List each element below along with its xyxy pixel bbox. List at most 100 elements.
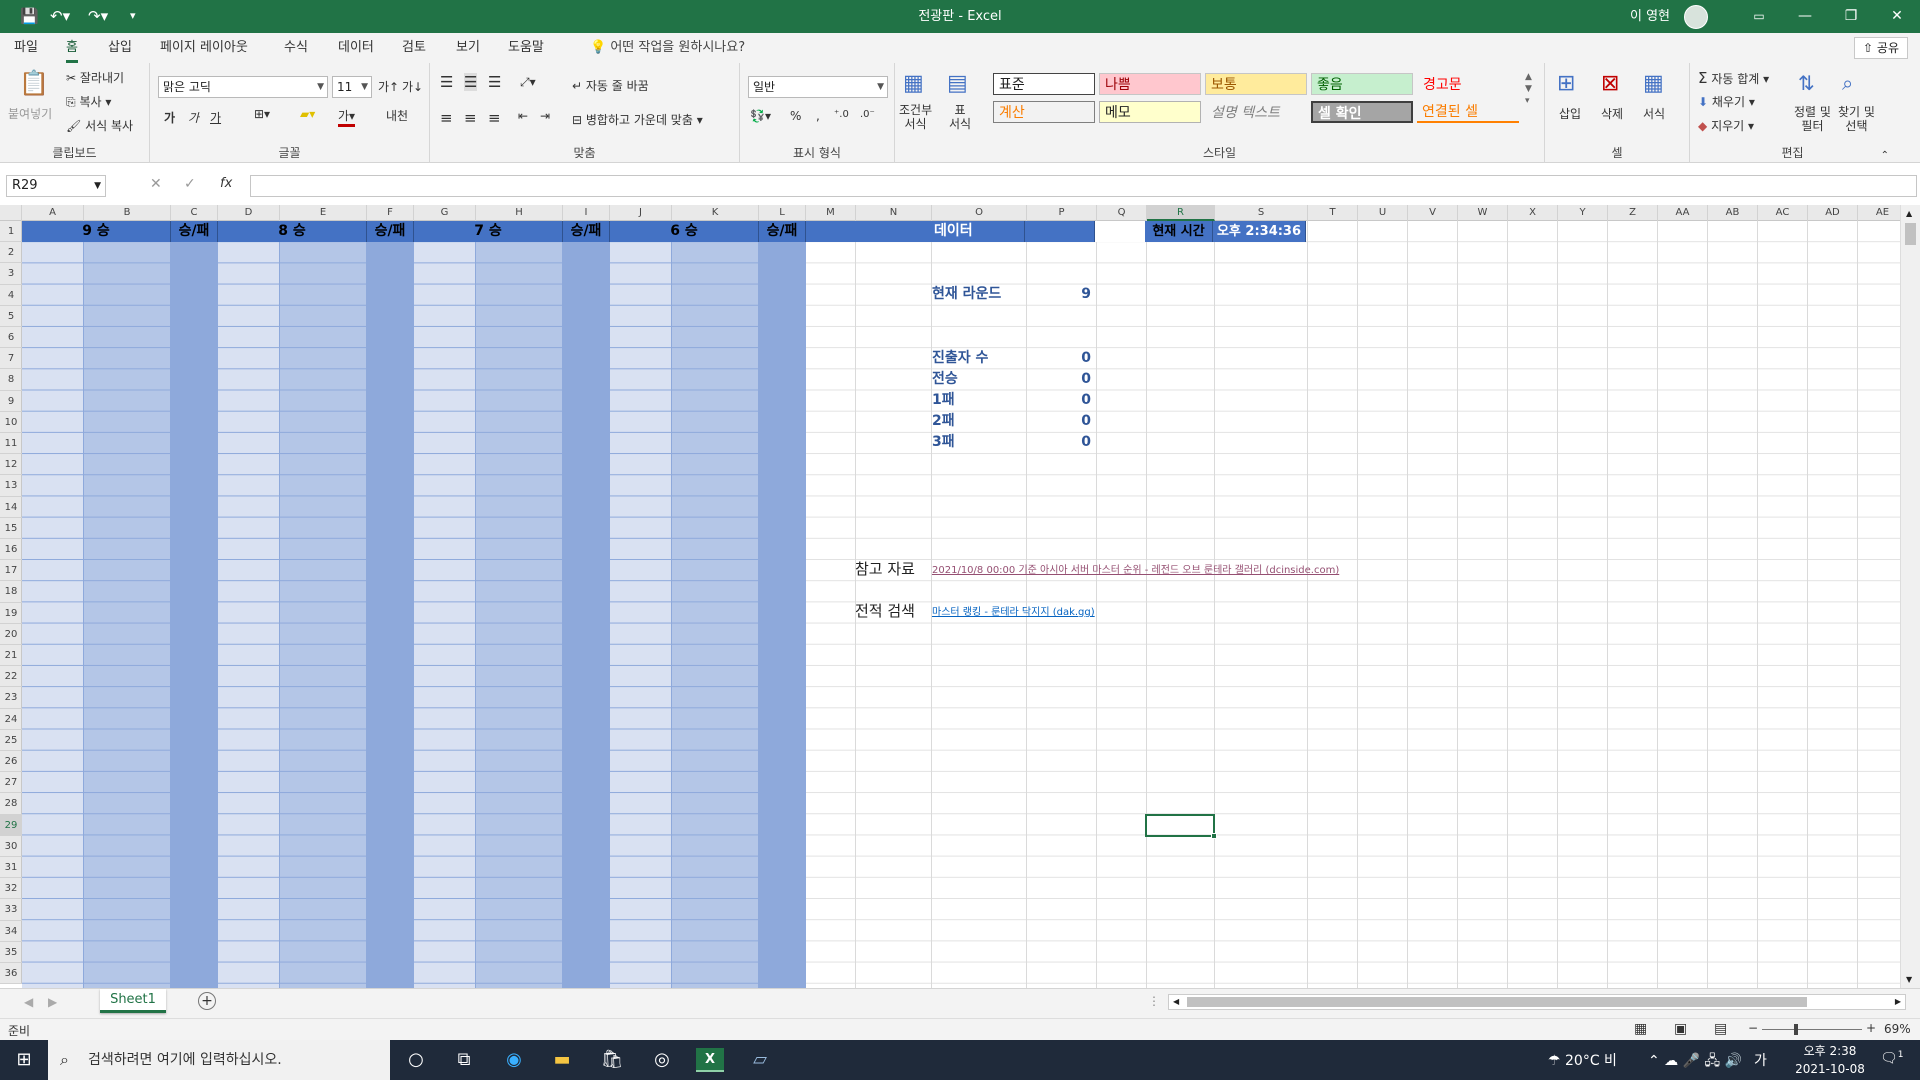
bold-button[interactable]: 가: [164, 109, 175, 126]
find-select-button[interactable]: 찾기 및 선택: [1838, 105, 1875, 133]
horizontal-scrollbar[interactable]: ◀ ▶: [1168, 994, 1906, 1010]
page-break-view-icon[interactable]: ▤: [1714, 1021, 1727, 1037]
font-size-select[interactable]: 11 ▼: [332, 76, 372, 98]
column-header-g[interactable]: G: [414, 205, 476, 221]
ribbon-display-icon[interactable]: ▭: [1736, 0, 1782, 33]
unbeaten-label[interactable]: 전승: [932, 369, 958, 390]
column-header-p[interactable]: P: [1027, 205, 1097, 221]
row-header-25[interactable]: 25: [0, 730, 22, 751]
insert-cells-button[interactable]: 삽입: [1559, 105, 1581, 122]
file-explorer-icon[interactable]: ▬: [548, 1048, 576, 1072]
name-box[interactable]: R29 ▼: [6, 175, 106, 197]
style-warning[interactable]: 경고문: [1417, 73, 1519, 95]
header-win-loss-4[interactable]: 승/패: [759, 221, 806, 242]
style-note[interactable]: 메모: [1099, 101, 1201, 123]
format-cells-button[interactable]: 서식: [1643, 105, 1665, 122]
user-name[interactable]: 이 영현: [1630, 0, 1670, 33]
score-column-2-3[interactable]: [367, 221, 414, 988]
column-header-n[interactable]: N: [856, 205, 932, 221]
row-header-13[interactable]: 13: [0, 475, 22, 497]
number-format-select[interactable]: 일반 ▼: [748, 76, 888, 98]
tab-data[interactable]: 데이터: [338, 33, 374, 63]
header-9-wins[interactable]: 9 승: [22, 221, 171, 242]
header-win-loss-2[interactable]: 승/패: [367, 221, 414, 242]
fill-color-icon[interactable]: ▰▾: [300, 107, 315, 121]
header-time-label[interactable]: 현재 시간: [1145, 221, 1213, 242]
column-header-f[interactable]: F: [367, 205, 414, 221]
column-header-ac[interactable]: AC: [1758, 205, 1808, 221]
row-header-22[interactable]: 22: [0, 666, 22, 688]
font-shrink-icon[interactable]: 가↓: [402, 78, 423, 95]
zoom-out-icon[interactable]: −: [1748, 1021, 1758, 1035]
add-sheet-icon[interactable]: +: [198, 992, 216, 1010]
row-header-4[interactable]: 4: [0, 285, 22, 306]
save-icon[interactable]: 💾: [20, 6, 39, 26]
score-column-1-1[interactable]: [22, 221, 84, 988]
font-grow-icon[interactable]: 가↑: [378, 78, 399, 95]
tab-split-icon[interactable]: ⋮: [1148, 994, 1160, 1008]
score-column-4-1[interactable]: [610, 221, 672, 988]
header-7-wins[interactable]: 7 승: [414, 221, 563, 242]
score-column-3-3[interactable]: [563, 221, 610, 988]
row-header-7[interactable]: 7: [0, 348, 22, 370]
notification-icon[interactable]: 🗨1: [1880, 1050, 1904, 1067]
task-view-icon[interactable]: ⧉: [450, 1048, 478, 1072]
row-header-19[interactable]: 19: [0, 603, 22, 624]
tab-view[interactable]: 보기: [456, 33, 480, 63]
column-header-s[interactable]: S: [1215, 205, 1308, 221]
column-header-m[interactable]: M: [806, 205, 856, 221]
row-header-18[interactable]: 18: [0, 581, 22, 603]
row-header-6[interactable]: 6: [0, 327, 22, 349]
tab-review[interactable]: 검토: [402, 33, 426, 63]
clear-button[interactable]: ◆ 지우기 ▾: [1698, 117, 1754, 134]
hscroll-thumb[interactable]: [1187, 997, 1807, 1007]
row-header-12[interactable]: 12: [0, 454, 22, 476]
tab-file[interactable]: 파일: [14, 33, 38, 63]
header-win-loss-1[interactable]: 승/패: [171, 221, 218, 242]
zoom-slider[interactable]: [1762, 1029, 1862, 1030]
share-button[interactable]: ⇧ 공유: [1854, 37, 1908, 59]
align-right-icon[interactable]: ≡: [488, 109, 501, 127]
score-column-4-3[interactable]: [759, 221, 806, 988]
next-sheet-icon[interactable]: ▶: [48, 995, 57, 1009]
row-header-10[interactable]: 10: [0, 412, 22, 433]
scroll-down-icon[interactable]: ▼: [1906, 975, 1912, 984]
tab-help[interactable]: 도움말: [508, 33, 544, 63]
row-header-32[interactable]: 32: [0, 878, 22, 900]
windows-start-icon[interactable]: ⊞: [10, 1048, 38, 1072]
copy-button[interactable]: ⎘ 복사 ▾: [66, 93, 111, 110]
fill-handle[interactable]: [1211, 833, 1217, 839]
decrease-indent-icon[interactable]: ⇤: [518, 109, 528, 123]
header-8-wins[interactable]: 8 승: [218, 221, 367, 242]
border-icon[interactable]: ⊞▾: [254, 107, 270, 121]
underline-button[interactable]: 가: [210, 109, 221, 126]
row-header-2[interactable]: 2: [0, 242, 22, 264]
column-header-y[interactable]: Y: [1558, 205, 1608, 221]
italic-button[interactable]: 가: [188, 109, 199, 126]
advance-value[interactable]: 0: [1025, 348, 1091, 369]
minimize-button[interactable]: —: [1782, 0, 1828, 33]
column-header-k[interactable]: K: [672, 205, 759, 221]
scroll-right-icon[interactable]: ▶: [1895, 997, 1901, 1006]
column-header-a[interactable]: A: [22, 205, 84, 221]
advance-label[interactable]: 진출자 수: [932, 348, 988, 369]
column-header-w[interactable]: W: [1458, 205, 1508, 221]
column-header-ad[interactable]: AD: [1808, 205, 1858, 221]
enter-icon[interactable]: ✓: [184, 176, 196, 192]
row-header-27[interactable]: 27: [0, 772, 22, 794]
round-value[interactable]: 9: [1025, 284, 1091, 305]
notepad-icon[interactable]: ▱: [746, 1048, 774, 1072]
column-header-z[interactable]: Z: [1608, 205, 1658, 221]
row-header-11[interactable]: 11: [0, 433, 22, 455]
row-header-20[interactable]: 20: [0, 624, 22, 645]
close-button[interactable]: ✕: [1874, 0, 1920, 33]
style-calculation[interactable]: 계산: [993, 101, 1095, 123]
formula-input[interactable]: [250, 175, 1917, 197]
column-header-o[interactable]: O: [932, 205, 1027, 221]
score-column-3-1[interactable]: [414, 221, 476, 988]
undo-icon[interactable]: ↶▾: [50, 6, 70, 26]
ime-indicator[interactable]: 가: [1754, 1050, 1767, 1070]
loss1-value[interactable]: 0: [1025, 390, 1091, 411]
row-header-9[interactable]: 9: [0, 391, 22, 412]
header-win-loss-3[interactable]: 승/패: [563, 221, 610, 242]
